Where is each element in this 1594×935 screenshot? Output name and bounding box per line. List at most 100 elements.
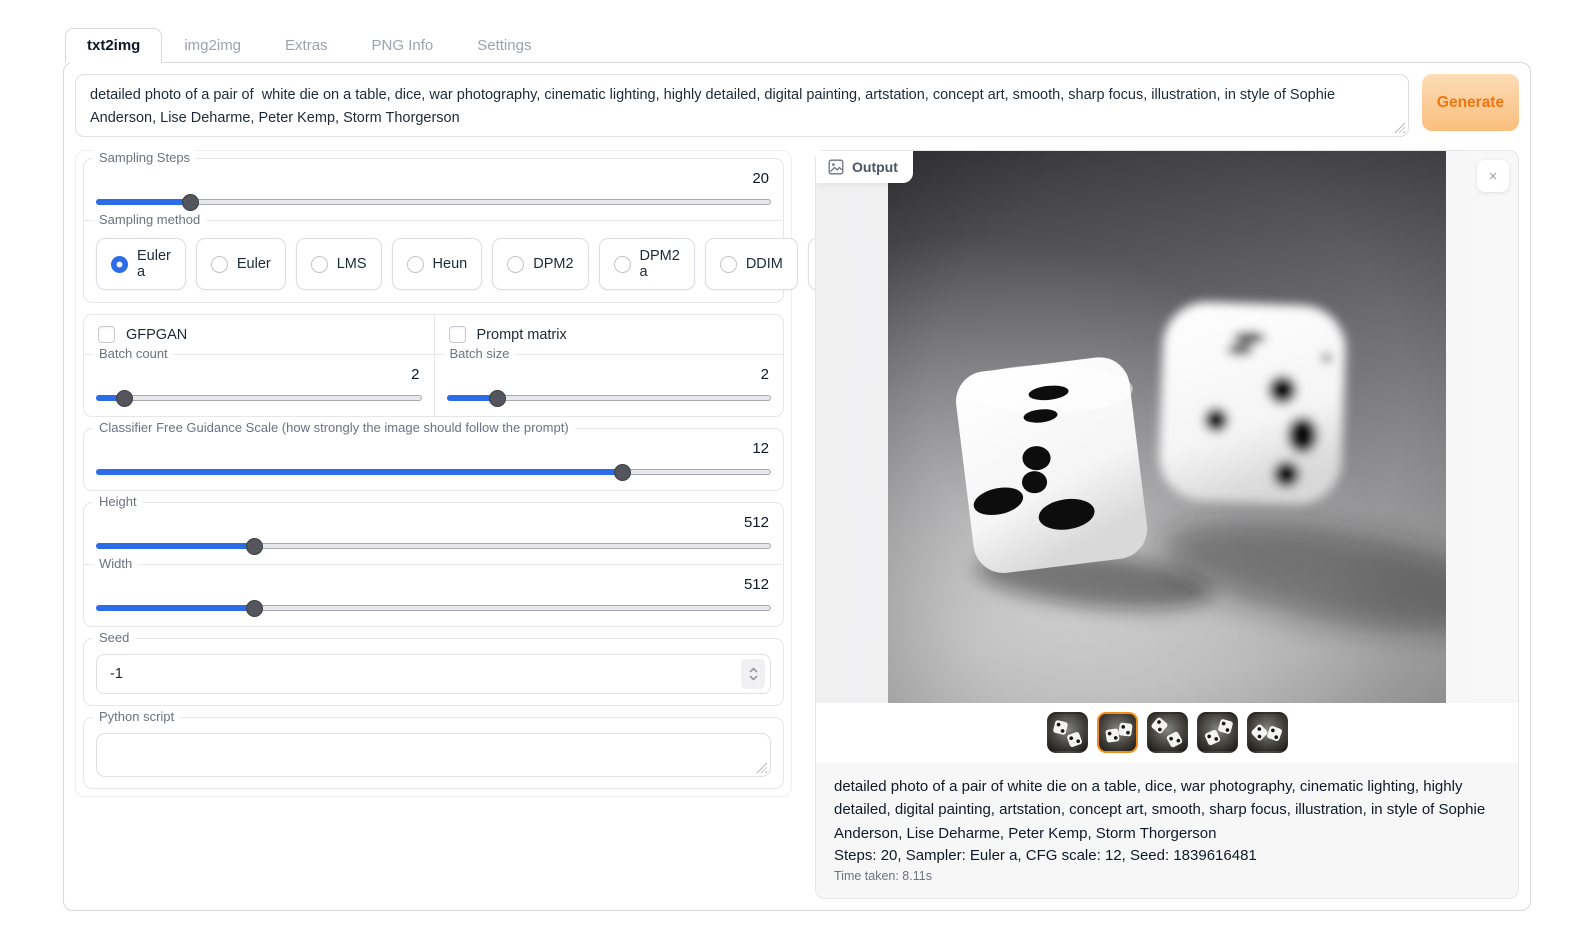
batch-size-slider[interactable] bbox=[447, 390, 772, 405]
gallery-thumbnail-1[interactable] bbox=[1047, 712, 1088, 753]
gallery-thumbnail-5[interactable] bbox=[1247, 712, 1288, 753]
output-panel: Output × bbox=[815, 150, 1519, 899]
sampling-option-dpm2[interactable]: DPM2 bbox=[492, 238, 588, 290]
chevron-up-icon bbox=[749, 667, 758, 673]
prompt-input[interactable]: detailed photo of a pair of white die on… bbox=[76, 75, 1408, 131]
sampling-option-label: DPM2 a bbox=[640, 248, 680, 280]
python-script-input[interactable] bbox=[97, 734, 770, 776]
sampling-option-label: DPM2 bbox=[533, 256, 573, 272]
cfg-label: Classifier Free Guidance Scale (how stro… bbox=[93, 420, 575, 435]
chevron-down-icon bbox=[749, 675, 758, 681]
script-group: Python script bbox=[83, 717, 784, 789]
sampling-option-dpm2-a[interactable]: DPM2 a bbox=[599, 238, 695, 290]
tab-txt2img[interactable]: txt2img bbox=[65, 28, 162, 63]
checkbox-icon[interactable] bbox=[98, 326, 115, 343]
prompt-matrix-label: Prompt matrix bbox=[477, 327, 567, 343]
gfpgan-checkbox[interactable]: GFPGAN bbox=[98, 326, 420, 343]
sampling-steps-value: 20 bbox=[96, 170, 769, 187]
batch-count-value: 2 bbox=[96, 366, 420, 383]
tab-extras[interactable]: Extras bbox=[263, 28, 350, 63]
radio-icon[interactable] bbox=[211, 256, 228, 273]
tab-png-info[interactable]: PNG Info bbox=[350, 28, 456, 63]
height-slider[interactable] bbox=[96, 538, 771, 553]
sampling-steps-slider[interactable] bbox=[96, 194, 771, 209]
radio-icon[interactable] bbox=[614, 256, 631, 273]
slider-handle[interactable] bbox=[246, 538, 263, 555]
batch-size-value: 2 bbox=[447, 366, 770, 383]
batch-size-label: Batch size bbox=[444, 346, 516, 361]
slider-handle[interactable] bbox=[182, 194, 199, 211]
sampling-option-euler[interactable]: Euler bbox=[196, 238, 286, 290]
height-section: Height 512 bbox=[84, 503, 783, 564]
gallery-thumbnail-4[interactable] bbox=[1197, 712, 1238, 753]
slider-handle[interactable] bbox=[246, 600, 263, 617]
sampling-option-ddim[interactable]: DDIM bbox=[705, 238, 798, 290]
gallery-thumbnail-3[interactable] bbox=[1147, 712, 1188, 753]
cfg-group: Classifier Free Guidance Scale (how stro… bbox=[83, 428, 784, 491]
batch-count-slider[interactable] bbox=[96, 390, 422, 405]
gallery-thumbnail-2[interactable] bbox=[1097, 712, 1138, 753]
slider-handle[interactable] bbox=[614, 464, 631, 481]
cfg-slider[interactable] bbox=[96, 464, 771, 479]
generated-image[interactable] bbox=[888, 151, 1446, 703]
sampling-option-lms[interactable]: LMS bbox=[296, 238, 382, 290]
gfpgan-label: GFPGAN bbox=[126, 327, 187, 343]
sampling-steps-label: Sampling Steps bbox=[93, 150, 196, 165]
python-script-label: Python script bbox=[93, 709, 180, 724]
sampling-option-label: DDIM bbox=[746, 256, 783, 272]
seed-label: Seed bbox=[93, 630, 135, 645]
output-label: Output bbox=[852, 159, 898, 175]
batch-sliders-row: Batch count 2 Batch size 2 bbox=[84, 354, 783, 416]
close-icon[interactable]: × bbox=[1477, 160, 1509, 192]
generate-button[interactable]: Generate bbox=[1422, 74, 1519, 131]
caption-params: Steps: 20, Sampler: Euler a, CFG scale: … bbox=[834, 847, 1500, 864]
script-section: Python script bbox=[84, 718, 783, 788]
radio-icon[interactable] bbox=[311, 256, 328, 273]
sampling-group: Sampling Steps 20 Sampling method Euler … bbox=[83, 158, 784, 303]
sampling-method-section: Sampling method Euler aEulerLMSHeunDPM2D… bbox=[84, 220, 783, 302]
width-section: Width 512 bbox=[84, 564, 783, 626]
radio-icon[interactable] bbox=[720, 256, 737, 273]
seed-input-wrap bbox=[96, 654, 771, 694]
output-chip: Output bbox=[816, 151, 913, 183]
seed-input[interactable] bbox=[97, 655, 736, 693]
prompt-box: detailed photo of a pair of white die on… bbox=[75, 74, 1409, 137]
width-slider[interactable] bbox=[96, 600, 771, 615]
tab-settings[interactable]: Settings bbox=[455, 28, 553, 63]
sampling-option-label: Euler a bbox=[137, 248, 171, 280]
seed-spinner[interactable] bbox=[741, 659, 765, 689]
radio-icon[interactable] bbox=[507, 256, 524, 273]
sampling-method-label: Sampling method bbox=[93, 212, 206, 227]
height-label: Height bbox=[93, 494, 143, 509]
batch-group: GFPGAN Prompt matrix Batch count bbox=[83, 314, 784, 417]
cfg-section: Classifier Free Guidance Scale (how stro… bbox=[84, 429, 783, 490]
checkbox-icon[interactable] bbox=[449, 326, 466, 343]
sampling-option-label: LMS bbox=[337, 256, 367, 272]
height-value: 512 bbox=[96, 514, 769, 531]
radio-icon[interactable] bbox=[407, 256, 424, 273]
size-group: Height 512 Width 512 bbox=[83, 502, 784, 627]
sampling-option-label: Heun bbox=[433, 256, 468, 272]
output-caption: detailed photo of a pair of white die on… bbox=[816, 763, 1518, 898]
sampling-steps-section: Sampling Steps 20 bbox=[84, 159, 783, 220]
sampling-option-label: Euler bbox=[237, 256, 271, 272]
app-body: detailed photo of a pair of white die on… bbox=[63, 62, 1531, 911]
batch-size-cell: Batch size 2 bbox=[434, 355, 784, 416]
slider-handle[interactable] bbox=[489, 390, 506, 407]
tab-img2img[interactable]: img2img bbox=[162, 28, 263, 63]
script-box bbox=[96, 733, 771, 777]
app-window: txt2imgimg2imgExtrasPNG InfoSettings det… bbox=[63, 28, 1531, 911]
seed-group: Seed bbox=[83, 638, 784, 706]
slider-handle[interactable] bbox=[116, 390, 133, 407]
gallery-thumbnails bbox=[816, 703, 1518, 763]
radio-icon[interactable] bbox=[111, 256, 128, 273]
sampling-option-heun[interactable]: Heun bbox=[392, 238, 483, 290]
prompt-row: detailed photo of a pair of white die on… bbox=[75, 74, 1519, 137]
sampling-option-euler-a[interactable]: Euler a bbox=[96, 238, 186, 290]
sampling-method-options: Euler aEulerLMSHeunDPM2DPM2 aDDIMPLMS bbox=[96, 236, 771, 291]
width-label: Width bbox=[93, 556, 138, 571]
caption-time-taken: Time taken: 8.11s bbox=[834, 869, 1500, 883]
batch-count-label: Batch count bbox=[93, 346, 174, 361]
tab-row: txt2imgimg2imgExtrasPNG InfoSettings bbox=[65, 28, 1531, 63]
prompt-matrix-checkbox[interactable]: Prompt matrix bbox=[449, 326, 770, 343]
